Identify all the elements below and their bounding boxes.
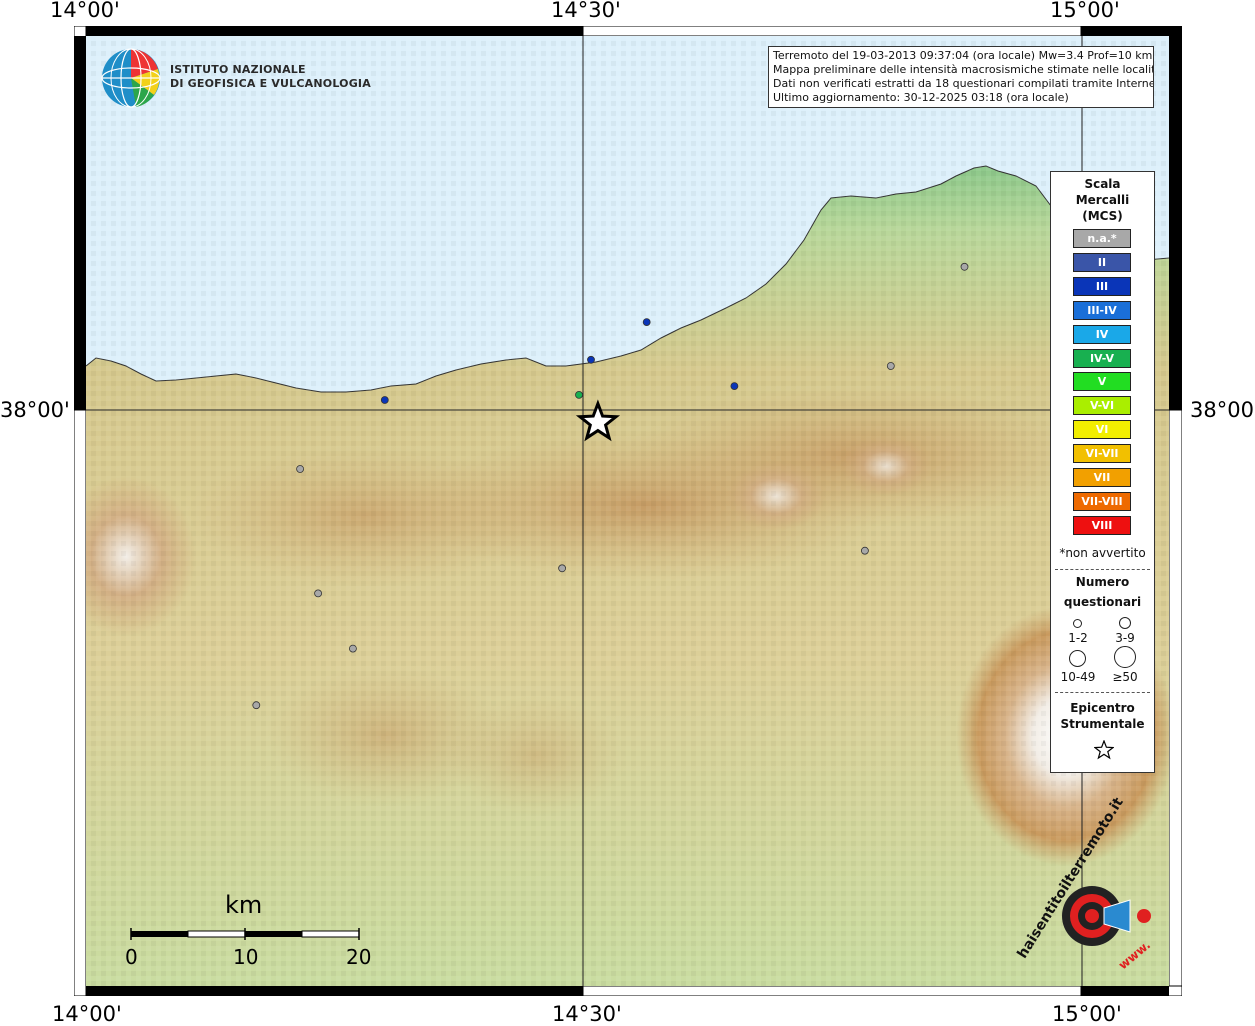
legend-swatch-iii-iv: III-IV (1073, 300, 1131, 320)
count-circle-medium (1119, 617, 1131, 629)
info-line4: Ultimo aggiornamento: 30-12-2025 03:18 (… (773, 91, 1069, 104)
legend-swatch-iv-v: IV-V (1073, 348, 1131, 368)
lon-label-bottom-1: 14°00' (52, 1002, 122, 1026)
legend-divider-1 (1055, 569, 1150, 570)
legend-divider-2 (1055, 692, 1150, 693)
count-title-1: Numero (1075, 575, 1130, 589)
observation-point-10[interactable] (314, 589, 323, 598)
haisentito-logo[interactable]: haisentitoilterremoto.it www. (1015, 795, 1162, 978)
count-circle-xlarge (1114, 646, 1136, 668)
legend-title-3: (MCS) (1082, 209, 1123, 223)
legend-swatch-viii: VIII (1073, 515, 1131, 535)
ingv-globe-icon (101, 48, 161, 108)
count-circle-large (1069, 650, 1086, 667)
info-line2: Mappa preliminare delle intensità macros… (773, 63, 1154, 76)
count-label-2: 3-9 (1115, 631, 1135, 645)
legend-swatch-vii: VII (1073, 468, 1131, 487)
observation-point-12[interactable] (252, 701, 261, 710)
observation-point-7[interactable] (296, 465, 305, 473)
legend-swatch-v: V (1073, 372, 1131, 392)
count-label-1: 1-2 (1068, 631, 1088, 645)
epicenter-star-icon (1094, 740, 1114, 760)
ingv-line2: DI GEOFISICA E VULCANOLOGIA (170, 77, 371, 90)
legend-swatch-v-vi: V-VI (1073, 396, 1131, 416)
observation-point-1[interactable] (380, 396, 389, 404)
observation-point-11[interactable] (348, 644, 357, 653)
lon-label-top-3: 15°00' (1050, 0, 1120, 22)
legend-title-1: Scala (1084, 177, 1121, 191)
not-felt-note: *non avvertito (1059, 546, 1146, 560)
scalebar-tick-10: 10 (233, 945, 259, 969)
observation-point-3[interactable] (642, 318, 651, 327)
observation-point-13[interactable] (960, 262, 969, 271)
terrain-map (86, 36, 1169, 986)
ingv-line1: ISTITUTO NAZIONALE (170, 63, 306, 76)
ingv-logo-text: ISTITUTO NAZIONALE DI GEOFISICA E VULCAN… (170, 63, 371, 91)
map-area[interactable] (86, 36, 1169, 986)
observation-point-8[interactable] (861, 546, 869, 555)
lat-label-right: 38°00' (1190, 398, 1255, 422)
epi-title-2: Strumentale (1060, 717, 1145, 731)
observation-point-4[interactable] (730, 382, 739, 391)
lon-label-bottom-2: 14°30' (552, 1002, 622, 1026)
scalebar (130, 928, 360, 940)
count-label-4: ≥50 (1112, 670, 1138, 684)
legend-swatch-vi: VI (1073, 420, 1131, 440)
scalebar-tick-0: 0 (125, 945, 138, 969)
legend-swatch-iii: III (1073, 276, 1131, 296)
observation-point-5[interactable] (575, 390, 583, 399)
lon-label-top-1: 14°00' (50, 0, 120, 22)
count-circle-small (1073, 619, 1082, 628)
legend-swatch-iv: IV (1073, 324, 1131, 344)
scalebar-tick-20: 20 (346, 945, 372, 969)
count-label-3: 10-49 (1060, 670, 1096, 684)
event-info-box: Terremoto del 19-03-2013 09:37:04 (ora l… (768, 46, 1154, 108)
count-title-2: questionari (1063, 595, 1142, 609)
legend-swatch-ii: II (1073, 252, 1131, 272)
lon-label-top-2: 14°30' (551, 0, 621, 22)
legend-title-2: Mercalli (1075, 193, 1130, 207)
observation-point-2[interactable] (587, 355, 595, 364)
scalebar-unit: km (225, 891, 263, 919)
epi-title-1: Epicentro (1070, 701, 1135, 715)
legend-swatch-vi-vii: VI-VII (1073, 444, 1131, 464)
lat-label-left: 38°00' (0, 398, 70, 422)
observation-point-6[interactable] (886, 362, 895, 370)
legend-swatch-n-a: n.a.* (1073, 229, 1131, 248)
info-line3: Dati non verificati estratti da 18 quest… (773, 77, 1154, 90)
info-line1: Terremoto del 19-03-2013 09:37:04 (ora l… (773, 49, 1153, 62)
observation-point-9[interactable] (558, 564, 567, 573)
legend-panel: Scala Mercalli (MCS) n.a.* II III III-IV IV I… (1050, 171, 1155, 773)
legend-swatch-vii-viii: VII-VIII (1073, 491, 1131, 511)
lon-label-bottom-3: 15°00' (1052, 1002, 1122, 1026)
